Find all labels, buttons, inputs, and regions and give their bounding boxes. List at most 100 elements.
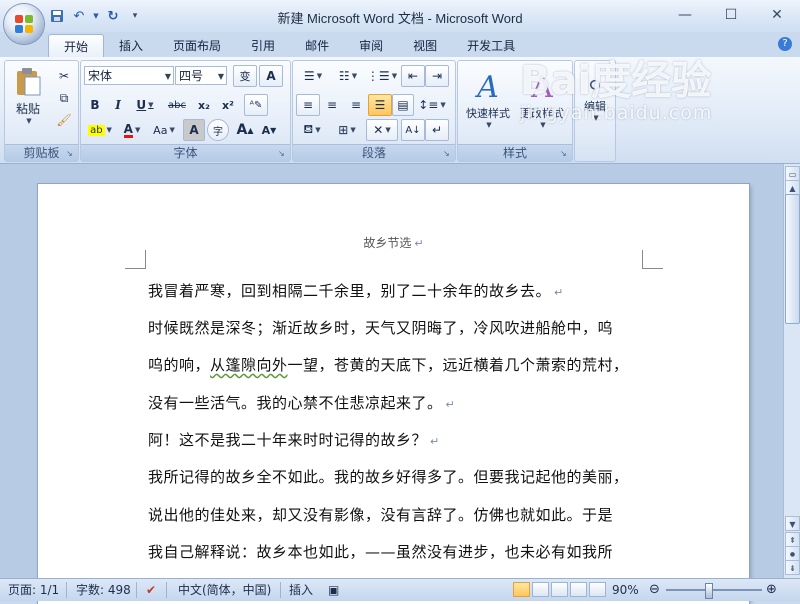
paint-bucket-icon: ⛾ <box>303 122 314 136</box>
scroll-up-icon[interactable]: ▲ <box>785 180 800 195</box>
font-launcher-icon[interactable]: ↘ <box>278 149 287 158</box>
office-button[interactable] <box>4 4 44 44</box>
editing-button[interactable]: ⚲ 编辑 ▼ <box>577 63 613 135</box>
styles-launcher-icon[interactable]: ↘ <box>560 149 569 158</box>
chevron-down-icon: ▼ <box>351 72 358 80</box>
tab-references[interactable]: 引用 <box>236 34 290 58</box>
tab-developer[interactable]: 开发工具 <box>452 34 530 58</box>
bullets-button[interactable]: ☰ ▼ <box>296 65 330 87</box>
show-marks-icon[interactable]: ↵ <box>425 119 449 141</box>
tab-review[interactable]: 审阅 <box>344 34 398 58</box>
quick-styles-label: 快速样式 <box>466 106 510 120</box>
draft-view-icon[interactable] <box>589 582 606 597</box>
print-layout-view-icon[interactable] <box>513 582 530 597</box>
font-size-value: 四号 <box>179 69 204 83</box>
scroll-down-icon[interactable]: ▼ <box>785 516 800 531</box>
increase-indent-icon[interactable]: ⇥ <box>425 65 449 87</box>
full-screen-reading-view-icon[interactable] <box>532 582 549 597</box>
help-icon[interactable]: ? <box>778 37 792 51</box>
web-layout-view-icon[interactable] <box>551 582 568 597</box>
distributed-icon[interactable]: ▤ <box>392 94 414 116</box>
tab-insert[interactable]: 插入 <box>104 34 158 58</box>
tab-page-layout[interactable]: 页面布局 <box>158 34 236 58</box>
underline-label: U <box>136 98 147 112</box>
paste-button[interactable]: 粘贴 ▼ <box>9 63 47 129</box>
decrease-indent-icon[interactable]: ⇤ <box>401 65 425 87</box>
line-spacing-button[interactable]: ↕≡ ▼ <box>415 94 449 116</box>
scroll-thumb[interactable] <box>785 194 800 324</box>
justify-icon[interactable]: ☰ <box>368 94 392 116</box>
word-count[interactable]: 字数: 498 <box>76 579 131 601</box>
italic-button[interactable]: I <box>107 94 129 116</box>
sort-icon[interactable]: A↓ <box>401 119 425 141</box>
zoom-in-icon[interactable]: ⊕ <box>766 579 777 601</box>
strikethrough-button[interactable]: abc <box>163 94 191 116</box>
clipboard-launcher-icon[interactable]: ↘ <box>66 149 75 158</box>
paragraph-launcher-icon[interactable]: ↘ <box>443 149 452 158</box>
grow-font-button[interactable]: A ▲ <box>233 119 257 141</box>
align-left-icon[interactable]: ≡ <box>296 94 320 116</box>
paragraph-mark-icon: ↵ <box>430 435 440 448</box>
char-shading-button[interactable]: A <box>183 119 205 141</box>
zoom-out-icon[interactable]: ⊖ <box>649 579 660 601</box>
superscript-button[interactable]: x² <box>216 94 240 116</box>
clear-format-icon[interactable]: ᴬ✎ <box>244 94 268 116</box>
font-size-combo[interactable]: 四号 ▼ <box>175 66 227 85</box>
styles-group: A 快速样式 ▼ A 更改样式 ▼ 样式 ↘ <box>457 60 573 162</box>
maximize-icon[interactable]: ☐ <box>708 0 754 30</box>
format-painter-icon[interactable]: 🖌 <box>53 109 75 131</box>
page-count[interactable]: 页面: 1/1 <box>8 579 59 601</box>
insert-mode[interactable]: 插入 <box>289 579 313 601</box>
font-name-combo[interactable]: 宋体 ▼ <box>84 66 174 85</box>
select-browse-object-icon[interactable]: ● <box>785 546 800 561</box>
language-indicator[interactable]: 中文(简体，中国) <box>178 579 271 601</box>
close-icon[interactable]: ✕ <box>754 0 800 30</box>
proofing-icon[interactable]: ✔ <box>146 579 156 601</box>
macro-record-icon[interactable]: ▣ <box>328 579 339 601</box>
vertical-scrollbar[interactable]: ▭ ▲ ▼ ⇞ ● ⇟ <box>783 164 800 578</box>
copy-icon[interactable]: ⧉ <box>53 87 75 109</box>
zoom-slider-track[interactable] <box>666 589 762 591</box>
borders-button[interactable]: ⊞ ▼ <box>331 119 363 141</box>
borders-icon: ⊞ <box>338 123 349 137</box>
paragraph-mark-icon: ↵ <box>554 286 564 299</box>
zoom-level[interactable]: 90% <box>612 579 639 601</box>
quick-styles-button[interactable]: A 快速样式 ▼ <box>461 63 515 135</box>
tab-mailings[interactable]: 邮件 <box>290 34 344 58</box>
tab-home[interactable]: 开始 <box>48 34 105 59</box>
paste-icon <box>17 68 41 96</box>
bold-button[interactable]: B <box>84 94 106 116</box>
numbering-button[interactable]: ☷ ▼ <box>331 65 365 87</box>
clipboard-group: 粘贴 ▼ ✂ ⧉ 🖌 剪贴板 ↘ <box>4 60 79 162</box>
shrink-font-label: A <box>261 123 271 137</box>
paragraph-mark-icon: ↵ <box>414 237 424 250</box>
highlight-button[interactable]: ab ▼ <box>84 119 116 141</box>
subscript-button[interactable]: x₂ <box>192 94 216 116</box>
next-page-icon[interactable]: ⇟ <box>785 560 800 575</box>
cut-icon[interactable]: ✂ <box>53 65 75 87</box>
change-styles-button[interactable]: A 更改样式 ▼ <box>515 63 569 135</box>
multilevel-list-button[interactable]: ⋮☰ ▼ <box>366 65 398 87</box>
change-case-button[interactable]: Aa ▼ <box>148 119 180 141</box>
grammar-flag-text[interactable]: 从篷隙向外 <box>210 356 288 374</box>
prev-page-icon[interactable]: ⇞ <box>785 532 800 547</box>
font-color-button[interactable]: A ▼ <box>117 119 147 141</box>
shrink-font-button[interactable]: A ▼ <box>257 119 281 141</box>
outline-view-icon[interactable] <box>570 582 587 597</box>
office-logo-icon <box>15 15 33 33</box>
underline-button[interactable]: U ▼ <box>130 94 160 116</box>
paste-label: 粘贴 <box>15 102 40 116</box>
align-right-icon[interactable]: ≡ <box>344 94 368 116</box>
char-border-button[interactable]: A <box>259 65 283 87</box>
minimize-icon[interactable]: — <box>662 0 708 30</box>
align-center-icon[interactable]: ≡ <box>320 94 344 116</box>
chinese-layout-button[interactable]: ✕ ▼ <box>366 119 398 141</box>
shading-button[interactable]: ⛾ ▼ <box>296 119 328 141</box>
zoom-slider-thumb[interactable] <box>705 583 714 599</box>
status-divider <box>166 582 167 598</box>
ruler-toggle-icon[interactable]: ▭ <box>785 166 800 181</box>
enclose-char-button[interactable]: 字 <box>207 119 229 141</box>
change-styles-icon: A <box>531 69 553 105</box>
tab-view[interactable]: 视图 <box>398 34 452 58</box>
phonetic-guide-button[interactable]: 变 <box>233 65 257 87</box>
